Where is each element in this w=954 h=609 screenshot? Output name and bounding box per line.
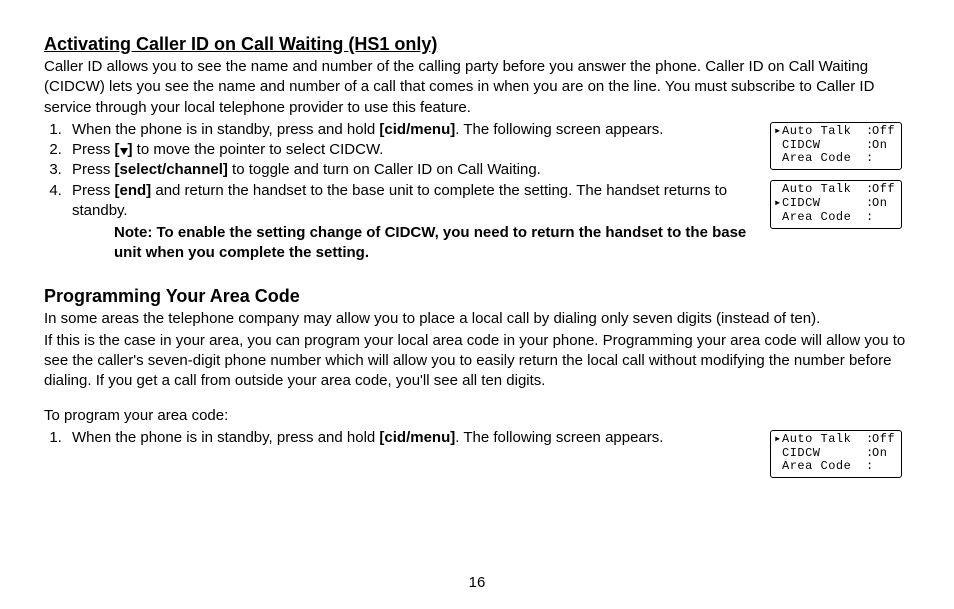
step3-text-a: Press xyxy=(72,161,115,178)
lcd-label: CIDCW xyxy=(782,197,866,211)
s2-step1-text-b: . The following screen appears. xyxy=(455,429,663,446)
lcd-row: CIDCW:On xyxy=(774,447,898,461)
key-down-arrow: [] xyxy=(115,141,133,158)
step2-text-b: to move the pointer to select CIDCW. xyxy=(133,141,384,158)
s2-step1-text-a: When the phone is in standby, press and … xyxy=(72,429,379,446)
lcd-value: On xyxy=(872,139,898,153)
key-end: [end] xyxy=(115,182,152,199)
lcd-label: CIDCW xyxy=(782,447,866,461)
step1-text-a: When the phone is in standby, press and … xyxy=(72,121,379,138)
lcd-row: Auto Talk:Off xyxy=(774,183,898,197)
lcd-row: ▸CIDCW:On xyxy=(774,197,898,211)
page-number: 16 xyxy=(0,574,954,591)
intro-paragraph: Caller ID allows you to see the name and… xyxy=(44,57,910,118)
areacode-lead: To program your area code: xyxy=(44,406,910,426)
lcd-screen-autotalk-2: ▸Auto Talk:Off CIDCW:On Area Code: xyxy=(770,430,902,478)
lcd-value: On xyxy=(872,197,898,211)
lcd-screen-autotalk: ▸Auto Talk:Off CIDCW:On Area Code: xyxy=(770,122,902,170)
section1-text: When the phone is in standby, press and … xyxy=(44,120,756,264)
lcd-label: CIDCW xyxy=(782,139,866,153)
step2-text-a: Press xyxy=(72,141,115,158)
lcd-value: Off xyxy=(872,433,898,447)
section2-text: When the phone is in standby, press and … xyxy=(44,428,756,448)
s2-step-1: When the phone is in standby, press and … xyxy=(66,428,756,448)
step4-text-a: Press xyxy=(72,182,115,199)
down-arrow-icon xyxy=(120,148,128,155)
section1-steps: When the phone is in standby, press and … xyxy=(44,120,756,221)
step-3: Press [select/channel] to toggle and tur… xyxy=(66,160,756,180)
lcd-row: Area Code: xyxy=(774,211,898,225)
section1-body: When the phone is in standby, press and … xyxy=(44,120,910,264)
lcd-value: Off xyxy=(872,125,898,139)
lcd-value: On xyxy=(872,447,898,461)
lcd-row: Area Code: xyxy=(774,460,898,474)
lcd-label: Area Code xyxy=(782,460,866,474)
key-select-channel: [select/channel] xyxy=(115,161,228,178)
lcd-row: ▸Auto Talk:Off xyxy=(774,125,898,139)
lcd-row: Area Code: xyxy=(774,152,898,166)
section2-body: When the phone is in standby, press and … xyxy=(44,428,910,478)
pointer-icon: ▸ xyxy=(774,197,782,211)
lcd-label: Auto Talk xyxy=(782,433,866,447)
step-2: Press [] to move the pointer to select C… xyxy=(66,140,756,160)
lcd-value: Off xyxy=(872,183,898,197)
section1-screens: ▸Auto Talk:Off CIDCW:On Area Code: Auto … xyxy=(770,120,910,229)
step-1: When the phone is in standby, press and … xyxy=(66,120,756,140)
lcd-label: Area Code xyxy=(782,211,866,225)
lcd-value xyxy=(872,460,898,474)
step-4: Press [end] and return the handset to th… xyxy=(66,181,756,222)
step3-text-b: to toggle and turn on Caller ID on Call … xyxy=(228,161,541,178)
step1-text-b: . The following screen appears. xyxy=(455,121,663,138)
step4-text-b: and return the handset to the base unit … xyxy=(72,182,727,219)
areacode-p2: If this is the case in your area, you ca… xyxy=(44,331,910,392)
lcd-row: ▸Auto Talk:Off xyxy=(774,433,898,447)
note-cidcw: Note: To enable the setting change of CI… xyxy=(114,223,756,264)
key-cid-menu: [cid/menu] xyxy=(379,121,455,138)
lcd-label: Auto Talk xyxy=(782,183,866,197)
pointer-icon: ▸ xyxy=(774,125,782,139)
lcd-row: CIDCW:On xyxy=(774,139,898,153)
heading-activate-cidcw: Activating Caller ID on Call Waiting (HS… xyxy=(44,34,910,55)
key-cid-menu-2: [cid/menu] xyxy=(379,429,455,446)
section2-steps: When the phone is in standby, press and … xyxy=(44,428,756,448)
section-area-code: Programming Your Area Code In some areas… xyxy=(44,286,910,479)
heading-area-code: Programming Your Area Code xyxy=(44,286,910,307)
lcd-value xyxy=(872,211,898,225)
manual-page: Activating Caller ID on Call Waiting (HS… xyxy=(0,0,954,478)
section2-screens: ▸Auto Talk:Off CIDCW:On Area Code: xyxy=(770,428,910,478)
pointer-icon: ▸ xyxy=(774,433,782,447)
lcd-screen-cidcw: Auto Talk:Off ▸CIDCW:On Area Code: xyxy=(770,180,902,228)
lcd-label: Auto Talk xyxy=(782,125,866,139)
lcd-label: Area Code xyxy=(782,152,866,166)
areacode-p1: In some areas the telephone company may … xyxy=(44,309,910,329)
lcd-value xyxy=(872,152,898,166)
